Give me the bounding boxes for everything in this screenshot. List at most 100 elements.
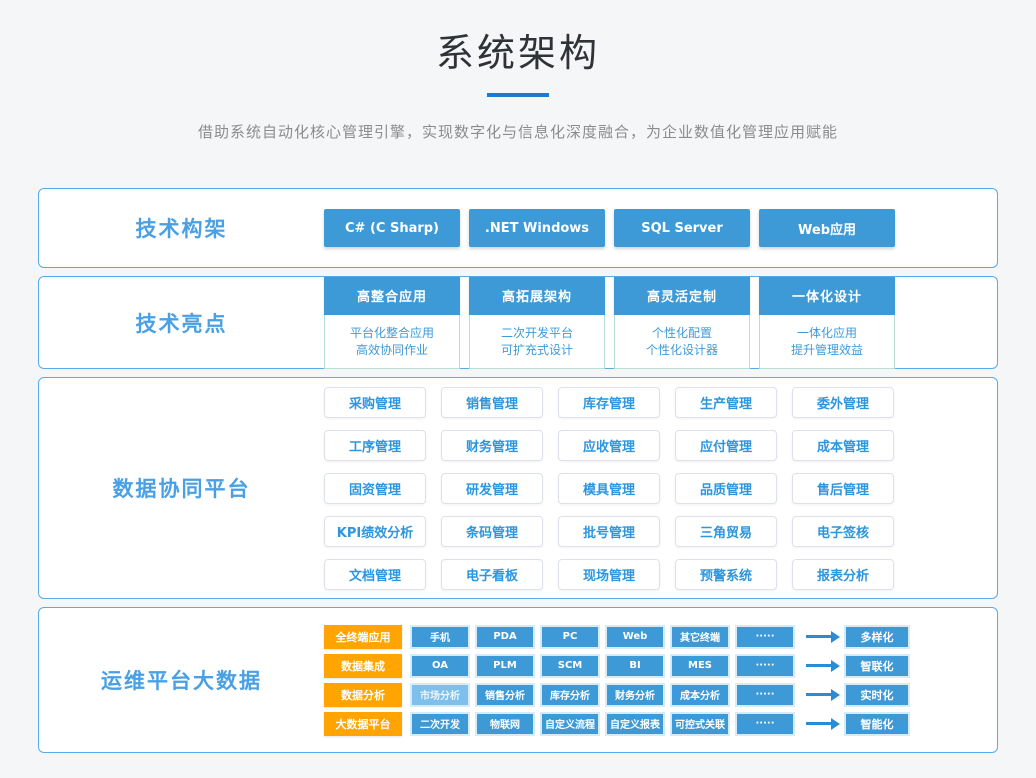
bigdata-item-button[interactable]: 手机 — [410, 625, 470, 649]
module-button[interactable]: 采购管理 — [324, 387, 426, 418]
bigdata-item-button[interactable]: 其它终端 — [670, 625, 730, 649]
bigdata-item-button[interactable]: 库存分析 — [540, 683, 600, 707]
highlight-card-title: 高整合应用 — [324, 277, 460, 315]
page: 系统架构 借助系统自动化核心管理引擎，实现数字化与信息化深度融合，为企业数值化管… — [0, 0, 1036, 778]
section-bigdata: 运维平台大数据 全终端应用手机PDAPCWeb其它终端·····多样化数据集成O… — [38, 607, 998, 753]
arrow-head — [831, 631, 840, 643]
bigdata-item-button[interactable]: Web — [605, 625, 665, 649]
bigdata-result-button[interactable]: 智能化 — [844, 712, 910, 736]
bigdata-item-button[interactable]: ····· — [735, 683, 795, 707]
bigdata-result-button[interactable]: 智联化 — [844, 654, 910, 678]
tech-stack-button[interactable]: SQL Server — [614, 209, 750, 247]
bigdata-item-button[interactable]: SCM — [540, 654, 600, 678]
bigdata-item-button[interactable]: ····· — [735, 712, 795, 736]
bigdata-result-button[interactable]: 多样化 — [844, 625, 910, 649]
bigdata-row: 数据集成 OAPLMSCMBIMES····· 智联化 — [324, 654, 997, 678]
highlight-card: 高整合应用平台化整合应用高效协同作业 — [324, 277, 460, 369]
arrow-right-icon — [806, 689, 840, 701]
arrow-head — [831, 689, 840, 701]
tech-stack-button[interactable]: .NET Windows — [469, 209, 605, 247]
section-label-highlights: 技术亮点 — [39, 277, 324, 368]
bigdata-item-button[interactable]: 二次开发 — [410, 712, 470, 736]
module-button[interactable]: 售后管理 — [792, 473, 894, 504]
tech-stack-button[interactable]: C# (C Sharp) — [324, 209, 460, 247]
highlight-card-body: 一体化应用提升管理效益 — [759, 315, 895, 369]
highlight-card-line: 平台化整合应用 — [350, 327, 434, 339]
module-button[interactable]: 电子签核 — [792, 516, 894, 547]
highlight-card: 高灵活定制个性化配置个性化设计器 — [614, 277, 750, 369]
bigdata-item-button[interactable]: 物联网 — [475, 712, 535, 736]
arrow-right-icon — [806, 631, 840, 643]
bigdata-item-button[interactable]: 自定义流程 — [540, 712, 600, 736]
bigdata-item-button[interactable]: PLM — [475, 654, 535, 678]
highlight-card: 一体化设计一体化应用提升管理效益 — [759, 277, 895, 369]
bigdata-item-button[interactable]: MES — [670, 654, 730, 678]
module-button[interactable]: KPI绩效分析 — [324, 516, 426, 547]
tech-stack-button[interactable]: Web应用 — [759, 209, 895, 247]
module-button[interactable]: 委外管理 — [792, 387, 894, 418]
module-button[interactable]: 应付管理 — [675, 430, 777, 461]
arrow-shaft — [806, 664, 831, 667]
section-highlights: 技术亮点 高整合应用平台化整合应用高效协同作业高拓展架构二次开发平台可扩充式设计… — [38, 276, 998, 369]
module-button[interactable]: 研发管理 — [441, 473, 543, 504]
module-button[interactable]: 库存管理 — [558, 387, 660, 418]
bigdata-item-button[interactable]: OA — [410, 654, 470, 678]
bigdata-item-button[interactable]: ····· — [735, 654, 795, 678]
page-subtitle: 借助系统自动化核心管理引擎，实现数字化与信息化深度融合，为企业数值化管理应用赋能 — [0, 121, 1036, 142]
module-button[interactable]: 批号管理 — [558, 516, 660, 547]
module-button[interactable]: 固资管理 — [324, 473, 426, 504]
title-underline — [487, 93, 549, 97]
highlight-card-title: 一体化设计 — [759, 277, 895, 315]
bigdata-item-button[interactable]: 市场分析 — [410, 683, 470, 707]
bigdata-row: 全终端应用手机PDAPCWeb其它终端····· 多样化 — [324, 625, 997, 649]
arrow-shaft — [806, 635, 831, 638]
bigdata-category-button[interactable]: 大数据平台 — [324, 712, 402, 736]
highlight-card-body: 二次开发平台可扩充式设计 — [469, 315, 605, 369]
module-button[interactable]: 三角贸易 — [675, 516, 777, 547]
module-button[interactable]: 财务管理 — [441, 430, 543, 461]
module-button[interactable]: 现场管理 — [558, 559, 660, 590]
arrow-shaft — [806, 722, 831, 725]
module-button[interactable]: 工序管理 — [324, 430, 426, 461]
module-button[interactable]: 模具管理 — [558, 473, 660, 504]
module-button[interactable]: 电子看板 — [441, 559, 543, 590]
bigdata-item-button[interactable]: 财务分析 — [605, 683, 665, 707]
module-button[interactable]: 条码管理 — [441, 516, 543, 547]
bigdata-category-button[interactable]: 数据集成 — [324, 654, 402, 678]
section-label-bigdata: 运维平台大数据 — [39, 608, 324, 752]
bigdata-category-button[interactable]: 数据分析 — [324, 683, 402, 707]
module-button[interactable]: 文档管理 — [324, 559, 426, 590]
section-label-platform: 数据协同平台 — [39, 378, 324, 598]
bigdata-item-button[interactable]: 可控式关联 — [670, 712, 730, 736]
bigdata-result-button[interactable]: 实时化 — [844, 683, 910, 707]
module-button[interactable]: 生产管理 — [675, 387, 777, 418]
bigdata-item-button[interactable]: 自定义报表 — [605, 712, 665, 736]
bigdata-item-button[interactable]: ····· — [735, 625, 795, 649]
page-title: 系统架构 — [0, 0, 1036, 77]
bigdata-category-button[interactable]: 全终端应用 — [324, 625, 402, 649]
module-button[interactable]: 报表分析 — [792, 559, 894, 590]
module-button[interactable]: 成本管理 — [792, 430, 894, 461]
bigdata-item-button[interactable]: PC — [540, 625, 600, 649]
highlight-card-line: 提升管理效益 — [791, 344, 863, 356]
bigdata-item-button[interactable]: PDA — [475, 625, 535, 649]
bigdata-item-button[interactable]: 成本分析 — [670, 683, 730, 707]
highlight-card-line: 一体化应用 — [797, 327, 857, 339]
bigdata-item-button[interactable]: 销售分析 — [475, 683, 535, 707]
arrow-shaft — [806, 693, 831, 696]
tech-stack-buttons: C# (C Sharp).NET WindowsSQL ServerWeb应用 — [324, 189, 997, 267]
highlight-card-body: 平台化整合应用高效协同作业 — [324, 315, 460, 369]
arrow-right-icon — [806, 660, 840, 672]
arrow-head — [831, 718, 840, 730]
module-button[interactable]: 应收管理 — [558, 430, 660, 461]
module-button[interactable]: 销售管理 — [441, 387, 543, 418]
module-button[interactable]: 品质管理 — [675, 473, 777, 504]
bigdata-item-button[interactable]: BI — [605, 654, 665, 678]
module-button[interactable]: 预警系统 — [675, 559, 777, 590]
arrow-head — [831, 660, 840, 672]
highlight-cards: 高整合应用平台化整合应用高效协同作业高拓展架构二次开发平台可扩充式设计高灵活定制… — [324, 277, 997, 368]
highlight-card-line: 个性化配置 — [652, 327, 712, 339]
highlight-card-line: 可扩充式设计 — [501, 344, 573, 356]
highlight-card-line: 个性化设计器 — [646, 344, 718, 356]
platform-module-grid: 采购管理销售管理库存管理生产管理委外管理工序管理财务管理应收管理应付管理成本管理… — [324, 378, 997, 598]
